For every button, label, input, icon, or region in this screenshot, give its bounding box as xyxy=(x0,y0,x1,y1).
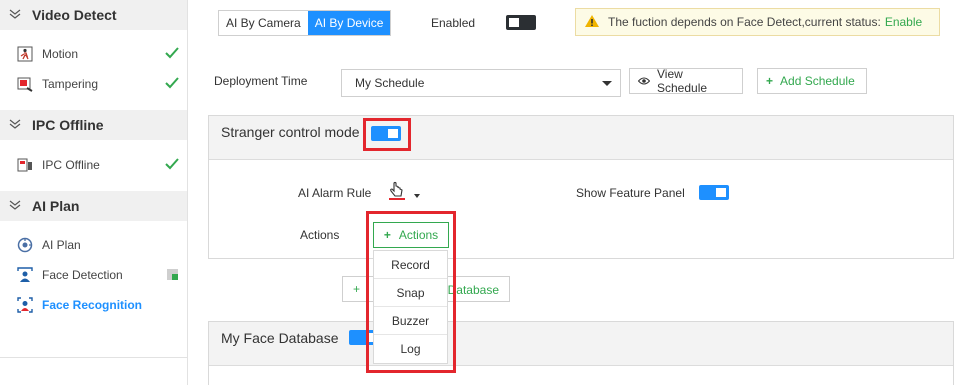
ipc-offline-icon xyxy=(17,157,33,173)
ai-plan-icon xyxy=(17,237,33,253)
ai-mode-switch: AI By Camera AI By Device xyxy=(218,10,392,36)
face-recognition-icon xyxy=(17,297,33,313)
deployment-time-label: Deployment Time xyxy=(214,74,308,88)
sidebar-item-label: Tampering xyxy=(42,77,99,91)
group-ai-plan[interactable]: AI Plan xyxy=(0,191,187,221)
sidebar-divider xyxy=(0,357,187,358)
sidebar-item-ai-plan[interactable]: AI Plan xyxy=(0,231,187,259)
partial-status-icon xyxy=(167,269,178,280)
highlight-box-actions xyxy=(366,211,456,373)
enabled-label: Enabled xyxy=(431,16,476,30)
show-feature-panel-label: Show Feature Panel xyxy=(576,186,685,200)
face-db-panel-header: My Face Database xyxy=(209,322,953,366)
schedule-select-value: My Schedule xyxy=(355,76,425,90)
add-schedule-label: Add Schedule xyxy=(780,74,855,88)
stranger-panel-header: Stranger control mode xyxy=(209,116,953,160)
add-schedule-button[interactable]: + Add Schedule xyxy=(757,68,867,94)
sidebar-item-face-recognition[interactable]: Face Recognition xyxy=(0,291,187,319)
sidebar-item-label: Face Recognition xyxy=(42,298,143,312)
check-icon xyxy=(165,157,179,174)
tampering-icon xyxy=(17,76,33,92)
chevron-down-icon xyxy=(9,119,23,132)
eye-icon xyxy=(638,77,650,85)
caret-down-icon xyxy=(414,194,420,198)
stranger-panel-title: Stranger control mode xyxy=(221,124,360,140)
face-database-panel: My Face Database xyxy=(208,321,954,385)
group-title: AI Plan xyxy=(32,198,80,214)
plus-icon: + xyxy=(766,74,774,88)
notice-status: Enable xyxy=(884,15,923,29)
chevron-down-icon xyxy=(9,200,23,213)
sidebar-item-tampering[interactable]: Tampering xyxy=(0,70,187,98)
caret-down-icon xyxy=(602,81,612,86)
sidebar-item-label: AI Plan xyxy=(42,238,81,252)
actions-label: Actions xyxy=(300,228,340,242)
hand-pointer-icon xyxy=(388,181,406,204)
view-schedule-label: View Schedule xyxy=(657,67,708,95)
show-feature-panel-toggle[interactable] xyxy=(699,185,729,200)
sidebar-item-face-detection[interactable]: Face Detection xyxy=(0,261,187,289)
face-db-panel-title: My Face Database xyxy=(221,330,339,346)
sidebar: Video Detect Motion Tampering IPC Offlin… xyxy=(0,0,188,385)
check-icon xyxy=(165,46,179,63)
face-detection-icon xyxy=(17,267,33,283)
tab-ai-by-camera[interactable]: AI By Camera xyxy=(219,11,308,35)
view-schedule-button[interactable]: View Schedule xyxy=(629,67,743,95)
ai-alarm-rule-label: AI Alarm Rule xyxy=(298,186,372,200)
enabled-toggle[interactable] xyxy=(506,15,536,30)
sidebar-item-label: IPC Offline xyxy=(42,158,100,172)
chevron-down-icon xyxy=(9,9,23,22)
sidebar-item-label: Face Detection xyxy=(42,268,123,282)
group-video-detect[interactable]: Video Detect xyxy=(0,0,187,30)
motion-icon xyxy=(17,46,33,62)
notice-text: The fuction depends on Face Detect,curre… xyxy=(608,15,881,29)
face-detect-notice: The fuction depends on Face Detect,curre… xyxy=(575,8,940,36)
group-title: Video Detect xyxy=(32,7,117,23)
sidebar-item-ipc-offline[interactable]: IPC Offline xyxy=(0,151,187,179)
sidebar-item-label: Motion xyxy=(42,47,79,61)
tab-ai-by-device[interactable]: AI By Device xyxy=(307,11,391,35)
group-ipc-offline[interactable]: IPC Offline xyxy=(0,110,187,140)
sidebar-item-motion[interactable]: Motion xyxy=(0,40,187,68)
group-title: IPC Offline xyxy=(32,117,104,133)
schedule-select[interactable]: My Schedule xyxy=(341,69,621,97)
plus-icon: + xyxy=(353,282,361,296)
highlight-box-toggle xyxy=(363,118,411,151)
warning-icon xyxy=(584,14,600,31)
check-icon xyxy=(165,76,179,93)
alarm-rule-picker[interactable] xyxy=(388,181,422,203)
